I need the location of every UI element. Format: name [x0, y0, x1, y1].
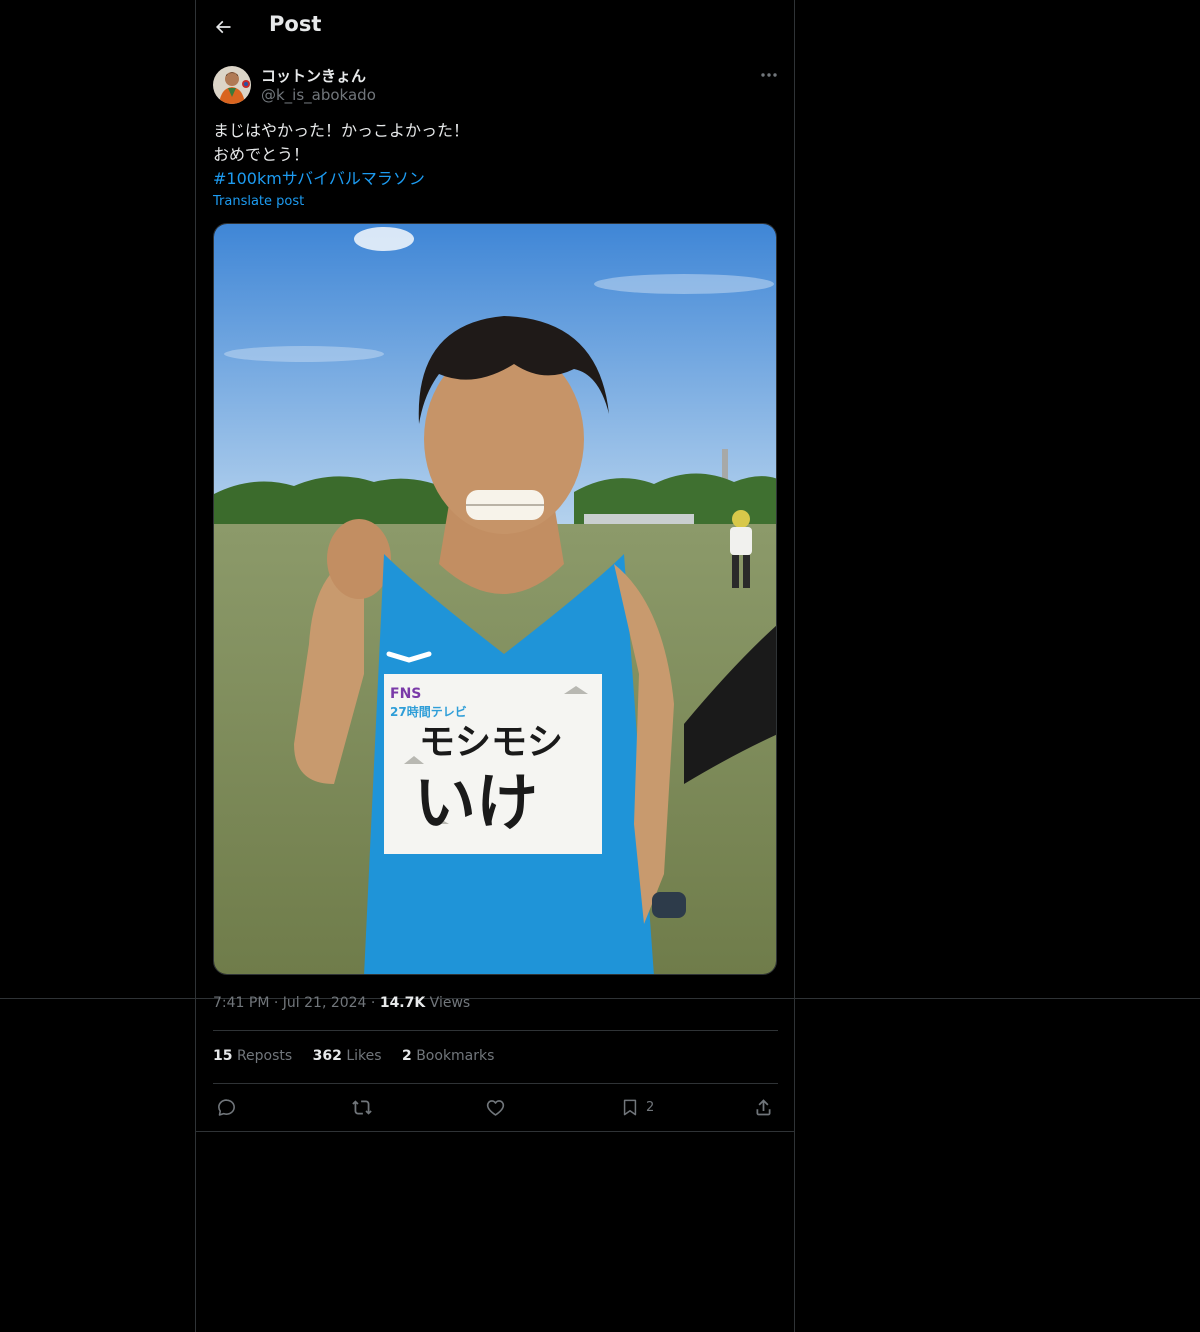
share-icon — [756, 1098, 771, 1115]
likes-stat[interactable]: 362 Likes — [313, 1048, 382, 1064]
post-date[interactable]: Jul 21, 2024 — [283, 995, 367, 1011]
like-button[interactable] — [485, 1095, 506, 1119]
bookmarks-count: 2 — [402, 1048, 412, 1064]
post-text-line: まじはやかった！かっこよかった！ — [213, 121, 470, 140]
reply-button[interactable] — [216, 1095, 237, 1119]
arrow-left-icon — [215, 20, 231, 34]
post-stats: 15 Reposts 362 Likes 2 Bookmarks — [213, 1048, 510, 1064]
reposts-stat[interactable]: 15 Reposts — [213, 1048, 292, 1064]
post-text-line: おめでとう！ — [213, 145, 310, 164]
bib-logo-top: FNS — [390, 686, 421, 702]
likes-count: 362 — [312, 1048, 342, 1064]
stats-divider-top — [213, 1030, 778, 1031]
more-horizontal-icon — [761, 73, 777, 77]
reply-icon — [218, 1098, 235, 1116]
page-title: Post — [269, 12, 322, 36]
stats-divider-bottom — [213, 1083, 778, 1084]
heart-icon — [486, 1099, 505, 1116]
post-text: まじはやかった！かっこよかった！ おめでとう！ #100kmサバイバルマラソン — [213, 119, 773, 191]
avatar[interactable] — [213, 66, 251, 104]
repost-icon — [352, 1099, 372, 1115]
translate-post-link[interactable]: Translate post — [213, 194, 304, 209]
post-bottom-divider — [196, 1131, 794, 1132]
bib-text-line1: モシモシ — [419, 722, 563, 763]
repost-button[interactable] — [351, 1095, 373, 1119]
post-media-photo[interactable]: FNS 27時間テレビ モシモシ いけ — [213, 223, 777, 975]
post-time[interactable]: 7:41 PM — [213, 995, 269, 1011]
author-handle[interactable]: @k_is_abokado — [261, 86, 376, 104]
reposts-label: Reposts — [236, 1048, 293, 1064]
author-display-name[interactable]: コットンきょん — [261, 65, 366, 86]
share-button[interactable] — [753, 1095, 774, 1119]
post-meta: 7:41 PM · Jul 21, 2024 · 14.7K Views — [213, 995, 470, 1011]
more-options-button[interactable] — [756, 64, 782, 86]
meta-separator: · — [370, 995, 376, 1011]
bookmark-icon — [623, 1099, 637, 1115]
likes-label: Likes — [346, 1048, 382, 1064]
bookmarks-stat[interactable]: 2 Bookmarks — [402, 1048, 494, 1064]
hashtag-link[interactable]: #100kmサバイバルマラソン — [213, 167, 773, 191]
bib-logo-bottom: 27時間テレビ — [390, 704, 467, 719]
back-button[interactable] — [210, 14, 236, 40]
bookmarks-label: Bookmarks — [416, 1048, 495, 1064]
post-column: Post コットンきょん @k_is_abokado まじはやかった！かっこよか… — [195, 0, 795, 1332]
bookmark-action-count: 2 — [646, 1099, 655, 1115]
header: Post — [196, 0, 794, 54]
reposts-count: 15 — [213, 1048, 233, 1064]
views-label: Views — [429, 995, 471, 1011]
views-count: 14.7K — [379, 995, 426, 1011]
bookmark-button[interactable]: 2 — [620, 1095, 654, 1119]
bib-text-line2: いけ — [414, 766, 538, 839]
meta-separator: · — [273, 995, 279, 1011]
